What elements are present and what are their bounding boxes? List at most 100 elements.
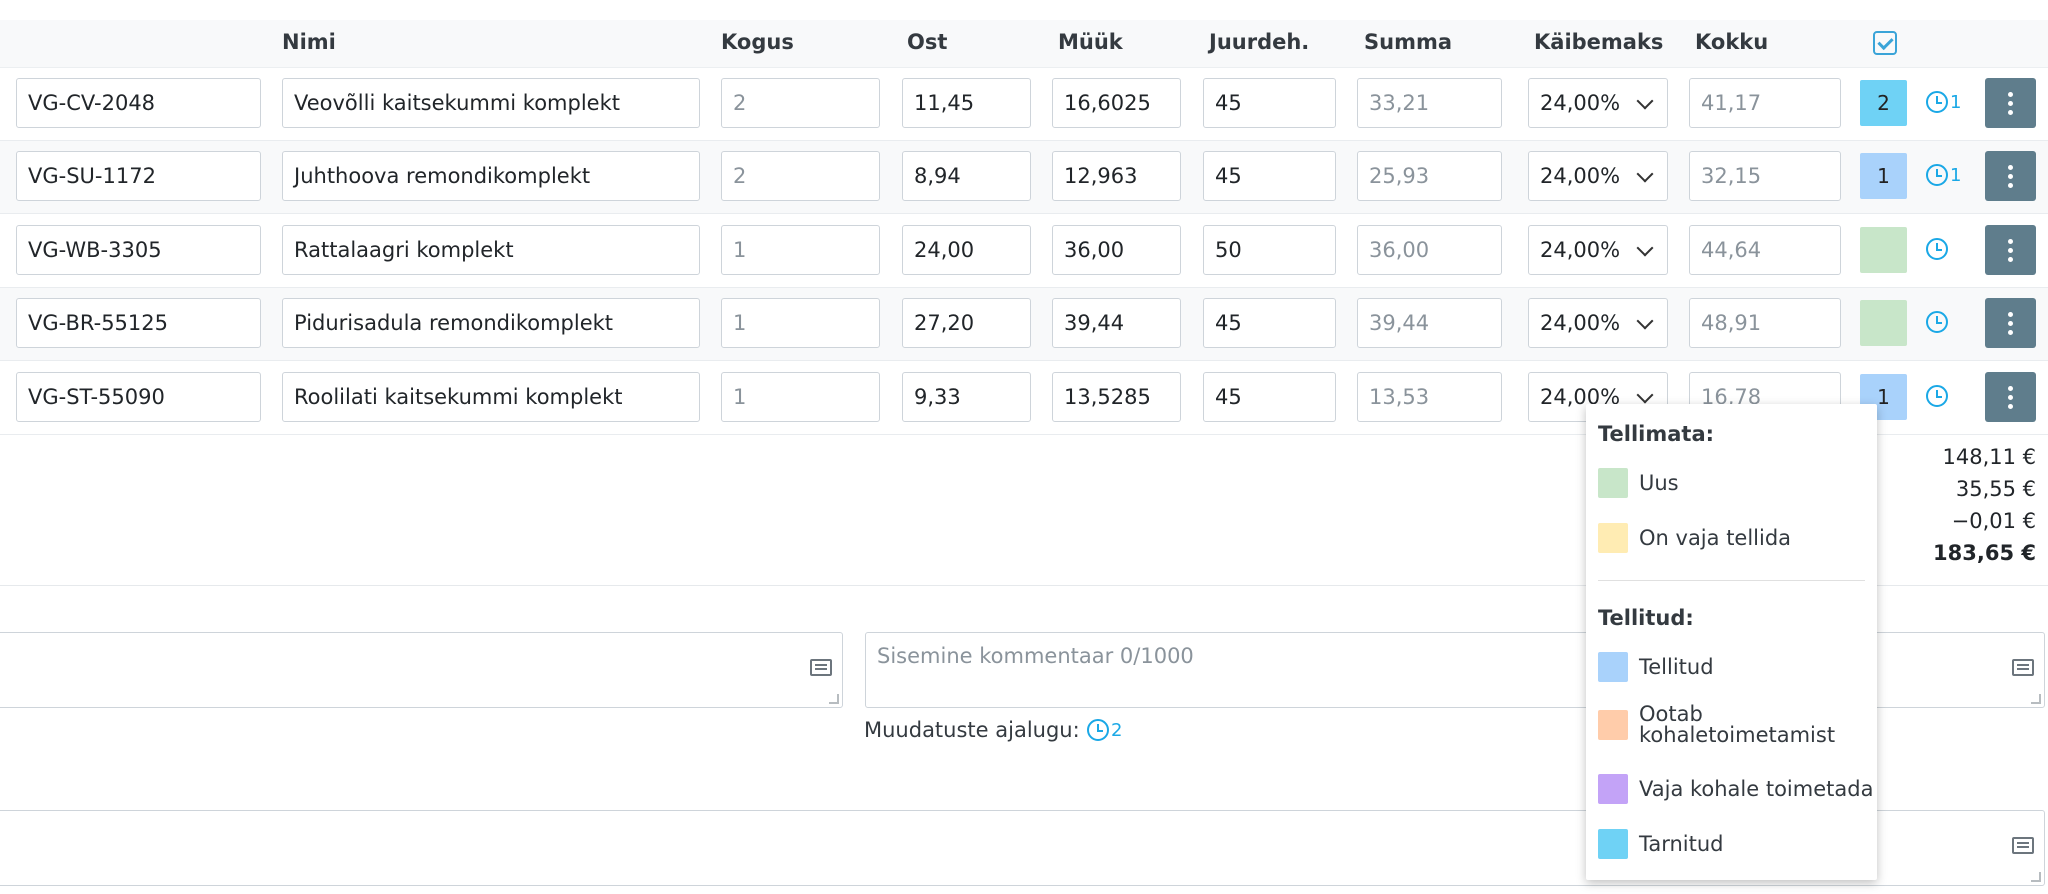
history-label: Muudatuste ajalugu: (864, 718, 1080, 742)
sum-input[interactable]: 13,53 (1357, 372, 1502, 422)
internal-comment-placeholder: Sisemine kommentaar 0/1000 (877, 644, 1194, 668)
row-history-link[interactable] (1926, 311, 1950, 333)
row-menu-button[interactable] (1985, 78, 2036, 128)
popup-divider (1598, 580, 1865, 581)
status-label: Vaja kohale toimetada (1639, 777, 1874, 801)
row-history-link[interactable]: 1 (1926, 164, 1961, 186)
sum-input[interactable]: 39,44 (1357, 298, 1502, 348)
status-label: On vaja tellida (1639, 526, 1792, 550)
cost-input[interactable]: 27,20 (902, 298, 1031, 348)
status-option-needs-delivery[interactable]: Vaja kohale toimetada (1598, 774, 1873, 804)
more-icon-dot (2008, 238, 2013, 244)
more-icon-dot (2008, 394, 2013, 400)
markup-input[interactable]: 45 (1203, 372, 1336, 422)
vat-select[interactable]: 24,00% (1528, 78, 1668, 128)
total-value: 35,55 € (1955, 477, 2036, 501)
quantity-input[interactable]: 1 (721, 298, 880, 348)
name-input[interactable]: Rattalaagri komplekt (282, 225, 700, 275)
vat-value: 24,00% (1540, 238, 1621, 262)
vat-select[interactable]: 24,00% (1528, 151, 1668, 201)
more-icon-dot (2008, 320, 2013, 326)
price-input[interactable]: 16,6025 (1052, 78, 1181, 128)
row-history-link[interactable] (1926, 385, 1950, 407)
status-option-needs-order[interactable]: On vaja tellida (1598, 523, 1791, 553)
code-input[interactable]: VG-BR-55125 (16, 298, 261, 348)
cost-input[interactable]: 8,94 (902, 151, 1031, 201)
price-input[interactable]: 12,963 (1052, 151, 1181, 201)
status-option-delivered[interactable]: Tarnitud (1598, 829, 1724, 859)
cost-input[interactable]: 24,00 (902, 225, 1031, 275)
cost-input[interactable]: 11,45 (902, 78, 1031, 128)
history-link[interactable]: 2 (1087, 719, 1122, 741)
comment-icon (810, 659, 832, 676)
total-input[interactable]: 48,91 (1689, 298, 1841, 348)
quantity-input[interactable]: 1 (721, 225, 880, 275)
code-input[interactable]: VG-SU-1172 (16, 151, 261, 201)
quantity-input[interactable]: 1 (721, 372, 880, 422)
total-input[interactable]: 32,15 (1689, 151, 1841, 201)
status-badge[interactable]: 2 (1860, 80, 1907, 126)
status-swatch (1598, 774, 1628, 804)
status-badge[interactable] (1860, 227, 1907, 273)
table-row: VG-SU-1172 Juhthoova remondikomplekt 2 8,94… (0, 141, 2048, 214)
col-sum-header: Summa (1364, 30, 1453, 54)
row-menu-button[interactable] (1985, 372, 2036, 422)
history-count: 1 (1950, 164, 1962, 186)
row-menu-button[interactable] (1985, 151, 2036, 201)
status-badge[interactable] (1860, 300, 1907, 346)
more-icon-dot (2008, 329, 2013, 335)
name-input[interactable]: Veovõlli kaitsekummi komplekt (282, 78, 700, 128)
cost-input[interactable]: 9,33 (902, 372, 1031, 422)
more-icon-dot (2008, 256, 2013, 262)
status-option-new[interactable]: Uus (1598, 468, 1679, 498)
markup-input[interactable]: 50 (1203, 225, 1336, 275)
col-cost-header: Ost (907, 30, 948, 54)
sum-input[interactable]: 25,93 (1357, 151, 1502, 201)
quantity-input[interactable]: 2 (721, 151, 880, 201)
name-input[interactable]: Pidurisadula remondikomplekt (282, 298, 700, 348)
vat-select[interactable]: 24,00% (1528, 225, 1668, 275)
sum-input[interactable]: 36,00 (1357, 225, 1502, 275)
row-menu-button[interactable] (1985, 225, 2036, 275)
code-input[interactable]: VG-WB-3305 (16, 225, 261, 275)
select-all-checkbox-icon[interactable] (1873, 31, 1897, 55)
name-input[interactable]: Roolilati kaitsekummi komplekt (282, 372, 700, 422)
code-input[interactable]: VG-CV-2048 (16, 78, 261, 128)
price-input[interactable]: 39,44 (1052, 298, 1181, 348)
comment-textarea[interactable] (0, 632, 843, 708)
markup-input[interactable]: 45 (1203, 151, 1336, 201)
row-history-link[interactable]: 1 (1926, 91, 1961, 113)
row-history-link[interactable] (1926, 238, 1950, 260)
total-input[interactable]: 44,64 (1689, 225, 1841, 275)
history-count: 1 (1950, 91, 1962, 113)
status-option-awaiting-delivery[interactable]: Ootab kohaletoimetamist (1598, 704, 1839, 746)
chevron-down-icon (1636, 386, 1654, 404)
markup-input[interactable]: 45 (1203, 78, 1336, 128)
comment-icon (2012, 659, 2034, 676)
resize-handle[interactable] (829, 694, 839, 704)
clock-icon (1926, 164, 1948, 186)
quantity-input[interactable]: 2 (721, 78, 880, 128)
sum-input[interactable]: 33,21 (1357, 78, 1502, 128)
status-badge[interactable]: 1 (1860, 153, 1907, 199)
more-icon-dot (2008, 385, 2013, 391)
resize-handle[interactable] (2031, 872, 2041, 882)
resize-handle[interactable] (2031, 694, 2041, 704)
more-icon-dot (2008, 403, 2013, 409)
price-input[interactable]: 36,00 (1052, 225, 1181, 275)
chevron-down-icon (1636, 312, 1654, 330)
markup-input[interactable]: 45 (1203, 298, 1336, 348)
total-input[interactable]: 41,17 (1689, 78, 1841, 128)
name-input[interactable]: Juhthoova remondikomplekt (282, 151, 700, 201)
row-menu-button[interactable] (1985, 298, 2036, 348)
col-total-header: Kokku (1695, 30, 1769, 54)
vat-select[interactable]: 24,00% (1528, 298, 1668, 348)
code-input[interactable]: VG-ST-55090 (16, 372, 261, 422)
popup-group-title: Tellitud: (1598, 606, 1694, 630)
clock-icon (1926, 91, 1948, 113)
more-icon-dot (2008, 109, 2013, 115)
price-input[interactable]: 13,5285 (1052, 372, 1181, 422)
status-option-ordered[interactable]: Tellitud (1598, 652, 1714, 682)
clock-icon (1926, 385, 1948, 407)
vat-value: 24,00% (1540, 164, 1621, 188)
